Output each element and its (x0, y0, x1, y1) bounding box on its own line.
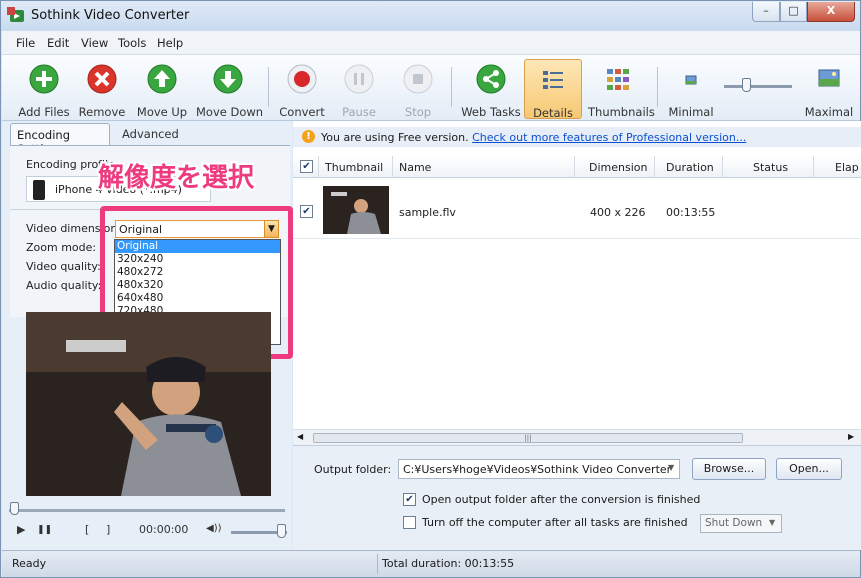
zoom-slider[interactable] (724, 85, 792, 88)
toolbar-separator (657, 67, 658, 107)
tab-advanced[interactable]: Advanced (116, 123, 196, 145)
toolbar-separator (268, 67, 269, 107)
shutdown-select[interactable]: Shut Down ▼ (700, 514, 782, 533)
output-folder-label: Output folder: (314, 463, 392, 476)
output-settings: Output folder: C:¥Users¥hoge¥Videos¥Soth… (293, 445, 861, 550)
pause-icon (344, 64, 374, 94)
menu-bar: File Edit View Tools Help (2, 31, 860, 55)
video-quality-label: Video quality: (26, 260, 101, 273)
chevron-down-icon[interactable]: ▼ (668, 463, 674, 472)
zoom-slider-thumb[interactable] (742, 78, 751, 92)
mark-out-button[interactable]: ] (106, 523, 110, 536)
banner-text: You are using Free version. (321, 131, 469, 144)
menu-file[interactable]: File (16, 36, 35, 50)
row-name: sample.flv (399, 206, 456, 219)
menu-help[interactable]: Help (157, 36, 183, 50)
menu-tools[interactable]: Tools (118, 36, 146, 50)
app-window: Sothink Video Converter – □ X File Edit … (0, 0, 861, 578)
close-button[interactable]: X (807, 2, 855, 22)
seek-bar-thumb[interactable] (10, 502, 19, 515)
seek-bar[interactable] (9, 509, 285, 512)
details-view-button[interactable]: Details (524, 59, 582, 120)
web-tasks-button[interactable]: Web Tasks (460, 59, 522, 119)
scrollbar-thumb[interactable]: ||| (313, 433, 743, 443)
toolbar: Add Files Remove Move Up Move Down Conve… (2, 55, 860, 121)
scroll-left-icon[interactable]: ◀ (297, 432, 303, 441)
column-status[interactable]: Status (753, 161, 788, 174)
add-files-button[interactable]: Add Files (16, 59, 72, 119)
column-thumbnail[interactable]: Thumbnail (325, 161, 383, 174)
column-name[interactable]: Name (399, 161, 431, 174)
professional-version-link[interactable]: Check out more features of Professional … (472, 131, 746, 144)
move-down-button[interactable]: Move Down (196, 59, 263, 119)
row-duration: 00:13:55 (666, 206, 716, 219)
open-after-checkbox[interactable]: ✔ (403, 493, 416, 506)
audio-quality-label: Audio quality: (26, 279, 102, 292)
play-icon[interactable]: ▶ (17, 523, 25, 536)
pause-icon[interactable]: ❚❚ (37, 525, 52, 535)
open-after-label: Open output folder after the conversion … (422, 493, 701, 506)
chevron-down-icon: ▼ (769, 518, 776, 527)
thumbnails-view-button[interactable]: Thumbnails (588, 59, 655, 119)
maximize-button[interactable]: □ (780, 2, 807, 22)
arrow-down-icon (213, 64, 243, 94)
add-icon (29, 64, 59, 94)
stop-icon (403, 64, 433, 94)
stop-button[interactable]: Stop (394, 59, 442, 119)
column-duration[interactable]: Duration (666, 161, 714, 174)
minimal-view-button[interactable]: Minimal (668, 59, 714, 119)
task-grid-header: ✔ Thumbnail Name Dimension Duration Stat… (293, 156, 861, 178)
open-button[interactable]: Open... (776, 458, 842, 480)
share-icon (476, 64, 506, 94)
output-folder-select[interactable]: C:¥Users¥hoge¥Videos¥Sothink Video Conve… (398, 459, 680, 479)
maximal-view-button[interactable]: Maximal (804, 59, 854, 119)
title-bar[interactable]: Sothink Video Converter – □ X (1, 1, 860, 31)
volume-slider-thumb[interactable] (277, 524, 286, 538)
thumbnails-grid-icon (607, 69, 629, 90)
video-frame-image (26, 312, 271, 496)
horizontal-scrollbar[interactable]: ◀ ||| ▶ (293, 429, 861, 445)
phone-icon (33, 180, 45, 200)
details-list-icon (543, 71, 563, 89)
volume-icon[interactable]: ◀︎)) (206, 523, 222, 534)
small-picture-icon (685, 75, 697, 85)
turn-off-checkbox[interactable] (403, 516, 416, 529)
row-checkbox[interactable]: ✔ (300, 205, 313, 218)
video-preview (26, 312, 271, 496)
menu-view[interactable]: View (81, 36, 108, 50)
scroll-right-icon[interactable]: ▶ (848, 432, 854, 441)
turn-off-label: Turn off the computer after all tasks ar… (422, 516, 688, 529)
arrow-up-icon (147, 64, 177, 94)
status-text: Ready (12, 557, 47, 570)
remove-icon (87, 64, 117, 94)
free-version-banner: ! You are using Free version. Check out … (293, 127, 861, 147)
record-icon (287, 64, 317, 94)
select-all-checkbox[interactable]: ✔ (300, 160, 313, 173)
pause-button[interactable]: Pause (335, 59, 383, 119)
convert-button[interactable]: Convert (276, 59, 328, 119)
remove-button[interactable]: Remove (76, 59, 128, 119)
row-dimension: 400 x 226 (590, 206, 646, 219)
large-picture-icon (818, 69, 840, 87)
window-title: Sothink Video Converter (31, 8, 190, 23)
info-icon: ! (302, 130, 315, 143)
toolbar-separator (451, 67, 452, 107)
menu-edit[interactable]: Edit (47, 36, 69, 50)
browse-button[interactable]: Browse... (692, 458, 766, 480)
total-duration: Total duration: 00:13:55 (382, 557, 515, 570)
table-row[interactable]: ✔ sample.flv 400 x 226 00:13:55 (293, 179, 861, 239)
playback-time: 00:00:00 (139, 523, 189, 536)
stop-icon (7, 7, 15, 15)
minimize-button[interactable]: – (752, 2, 780, 22)
mark-in-button[interactable]: [ (85, 523, 89, 536)
status-bar: Ready Total duration: 00:13:55 (2, 550, 860, 577)
column-dimension[interactable]: Dimension (589, 161, 647, 174)
annotation-text: 解像度を選択 (98, 163, 255, 193)
move-up-button[interactable]: Move Up (134, 59, 190, 119)
column-elapsed[interactable]: Elap (835, 161, 859, 174)
row-thumbnail (323, 186, 389, 234)
tab-encoding-settings[interactable]: Encoding Settings (10, 123, 110, 156)
zoom-mode-label: Zoom mode: (26, 241, 97, 254)
